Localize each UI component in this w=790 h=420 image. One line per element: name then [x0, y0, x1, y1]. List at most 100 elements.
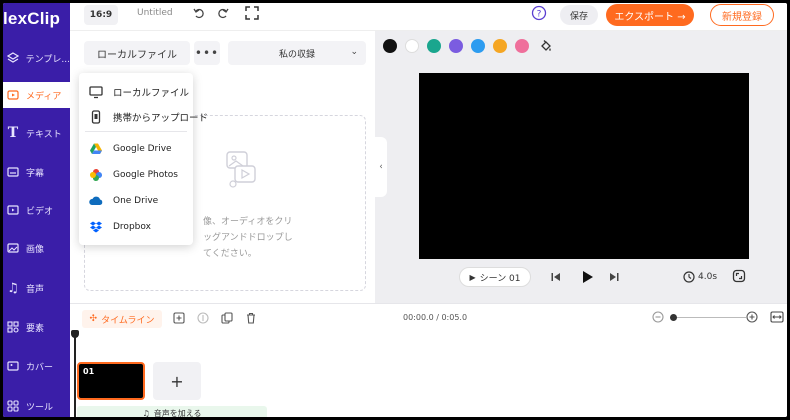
- dropzone-text-line: てください。: [203, 249, 257, 259]
- signup-button[interactable]: 新規登録: [710, 4, 774, 26]
- sidebar-item-cover[interactable]: カバー: [3, 353, 70, 379]
- svg-text:?: ?: [537, 10, 542, 20]
- menu-item-local-file[interactable]: ローカルファイル: [79, 80, 193, 104]
- split-icon[interactable]: [197, 312, 209, 324]
- color-swatch[interactable]: [493, 39, 507, 53]
- phone-icon: [89, 110, 103, 124]
- menu-item-label: Dropbox: [113, 222, 151, 232]
- menu-item-onedrive[interactable]: One Drive: [79, 189, 193, 213]
- playhead-handle[interactable]: [71, 330, 79, 338]
- sidebar-item-label: 字幕: [26, 168, 45, 179]
- sidebar-item-images[interactable]: 画像: [3, 235, 70, 261]
- menu-item-phone-upload[interactable]: 携帯からアップロード: [79, 105, 208, 129]
- collapse-panel-button[interactable]: ‹: [375, 137, 387, 197]
- timeline-timecode: 00:00.0 / 0:05.0: [403, 313, 468, 322]
- google-drive-icon: [89, 142, 103, 156]
- sidebar-item-label: ビデオ: [26, 206, 54, 217]
- zoom-slider-handle[interactable]: [670, 314, 677, 321]
- color-swatch[interactable]: [515, 39, 529, 53]
- menu-item-label: Google Drive: [113, 144, 172, 154]
- google-photos-icon: [89, 168, 103, 182]
- scene-label: シーン 01: [479, 273, 521, 284]
- sidebar-item-label: 要素: [26, 323, 45, 334]
- menu-item-label: 携帯からアップロード: [113, 113, 209, 124]
- project-title[interactable]: Untitled: [137, 8, 173, 18]
- add-audio-button[interactable]: ♫ 音声を加える: [77, 406, 267, 417]
- sidebar-item-label: テンプレ...: [25, 54, 70, 65]
- add-scene-button[interactable]: +: [153, 362, 201, 400]
- video-icon: [6, 203, 20, 217]
- app-logo[interactable]: lexClip: [3, 9, 60, 29]
- color-swatch[interactable]: [405, 39, 419, 53]
- play-icon[interactable]: [579, 269, 595, 285]
- paint-bucket-icon[interactable]: [539, 39, 553, 53]
- export-button[interactable]: エクスポート →: [606, 4, 694, 26]
- color-swatch[interactable]: [383, 39, 397, 53]
- scene-clip-number: 01: [83, 367, 95, 376]
- upload-source-menu: ローカルファイル 携帯からアップロード Google Drive Google …: [79, 73, 208, 245]
- sidebar-item-label: テキスト: [26, 129, 62, 140]
- text-icon: T: [7, 125, 19, 141]
- playhead[interactable]: [74, 332, 76, 417]
- play-small-icon: ▶: [469, 272, 476, 282]
- monitor-icon: [89, 85, 103, 99]
- layers-icon: [6, 51, 20, 65]
- media-icon: [6, 88, 20, 102]
- cover-icon: [6, 359, 20, 373]
- menu-item-dropbox[interactable]: Dropbox: [79, 215, 193, 239]
- fullscreen-icon[interactable]: [732, 269, 746, 283]
- sidebar-item-text[interactable]: T テキスト: [3, 120, 70, 146]
- timeline-panel: ✣ タイムライン 00:00.0 / 0:05.0 01 + ♫ 音声を加える: [70, 303, 787, 417]
- scene-play-button[interactable]: ▶ シーン 01: [459, 267, 531, 287]
- help-icon[interactable]: ?: [531, 5, 547, 21]
- timeline-toggle-button[interactable]: ✣ タイムライン: [82, 310, 162, 328]
- video-preview[interactable]: [419, 73, 749, 259]
- tools-icon: [6, 399, 20, 413]
- sidebar-item-label: 音声: [26, 284, 45, 295]
- menu-item-google-drive[interactable]: Google Drive: [79, 137, 193, 161]
- redo-icon[interactable]: [216, 6, 230, 20]
- menu-item-label: One Drive: [113, 196, 159, 206]
- zoom-slider-track[interactable]: [670, 317, 746, 318]
- save-button[interactable]: 保存: [560, 5, 598, 25]
- zoom-out-icon[interactable]: [652, 311, 664, 323]
- sidebar-item-subtitles[interactable]: 字幕: [3, 159, 70, 185]
- scene-duration[interactable]: 4.0s: [683, 269, 717, 285]
- sidebar-item-label: カバー: [26, 362, 54, 373]
- dropzone-text-line: ッグアンドドロップし: [203, 233, 293, 243]
- sidebar-item-templates[interactable]: テンプレ...: [3, 45, 70, 71]
- sidebar-item-label: ツール: [26, 402, 54, 413]
- sidebar-item-tools[interactable]: ツール: [3, 393, 70, 417]
- skip-previous-icon[interactable]: [550, 271, 562, 283]
- sidebar-item-video[interactable]: ビデオ: [3, 197, 70, 223]
- sidebar-item-label: メディア: [26, 91, 62, 102]
- local-file-button[interactable]: ローカルファイル: [84, 41, 190, 65]
- delete-icon[interactable]: [245, 312, 257, 324]
- zoom-in-icon[interactable]: [746, 311, 758, 323]
- my-collection-select[interactable]: 私の収録 ⌄: [228, 41, 366, 65]
- onedrive-icon: [89, 194, 103, 208]
- fit-screen-icon[interactable]: [245, 6, 259, 20]
- sidebar-item-audio[interactable]: ♫ 音声: [3, 275, 70, 301]
- color-swatch[interactable]: [449, 39, 463, 53]
- undo-icon[interactable]: [192, 6, 206, 20]
- music-note-icon: ♫: [142, 408, 150, 418]
- chevron-down-icon: ⌄: [350, 47, 358, 57]
- sidebar-item-media[interactable]: メディア: [3, 82, 70, 108]
- menu-item-google-photos[interactable]: Google Photos: [79, 163, 193, 187]
- skip-next-icon[interactable]: [608, 271, 620, 283]
- sidebar-item-elements[interactable]: 要素: [3, 314, 70, 340]
- color-swatch[interactable]: [427, 39, 441, 53]
- clock-icon: [683, 271, 695, 283]
- collection-select-label: 私の収録: [278, 49, 315, 60]
- duplicate-icon[interactable]: [221, 312, 233, 324]
- color-swatch[interactable]: [471, 39, 485, 53]
- color-palette: [383, 38, 553, 54]
- aspect-ratio-button[interactable]: 16:9: [84, 5, 118, 25]
- add-scene-tool-icon[interactable]: [173, 312, 185, 324]
- more-options-button[interactable]: •••: [194, 41, 220, 65]
- scene-clip[interactable]: 01: [77, 362, 145, 400]
- menu-item-label: ローカルファイル: [113, 88, 190, 99]
- top-bar: 16:9 Untitled ? 保存 エクスポート → 新規登録: [70, 3, 787, 31]
- fit-timeline-icon[interactable]: [770, 310, 784, 324]
